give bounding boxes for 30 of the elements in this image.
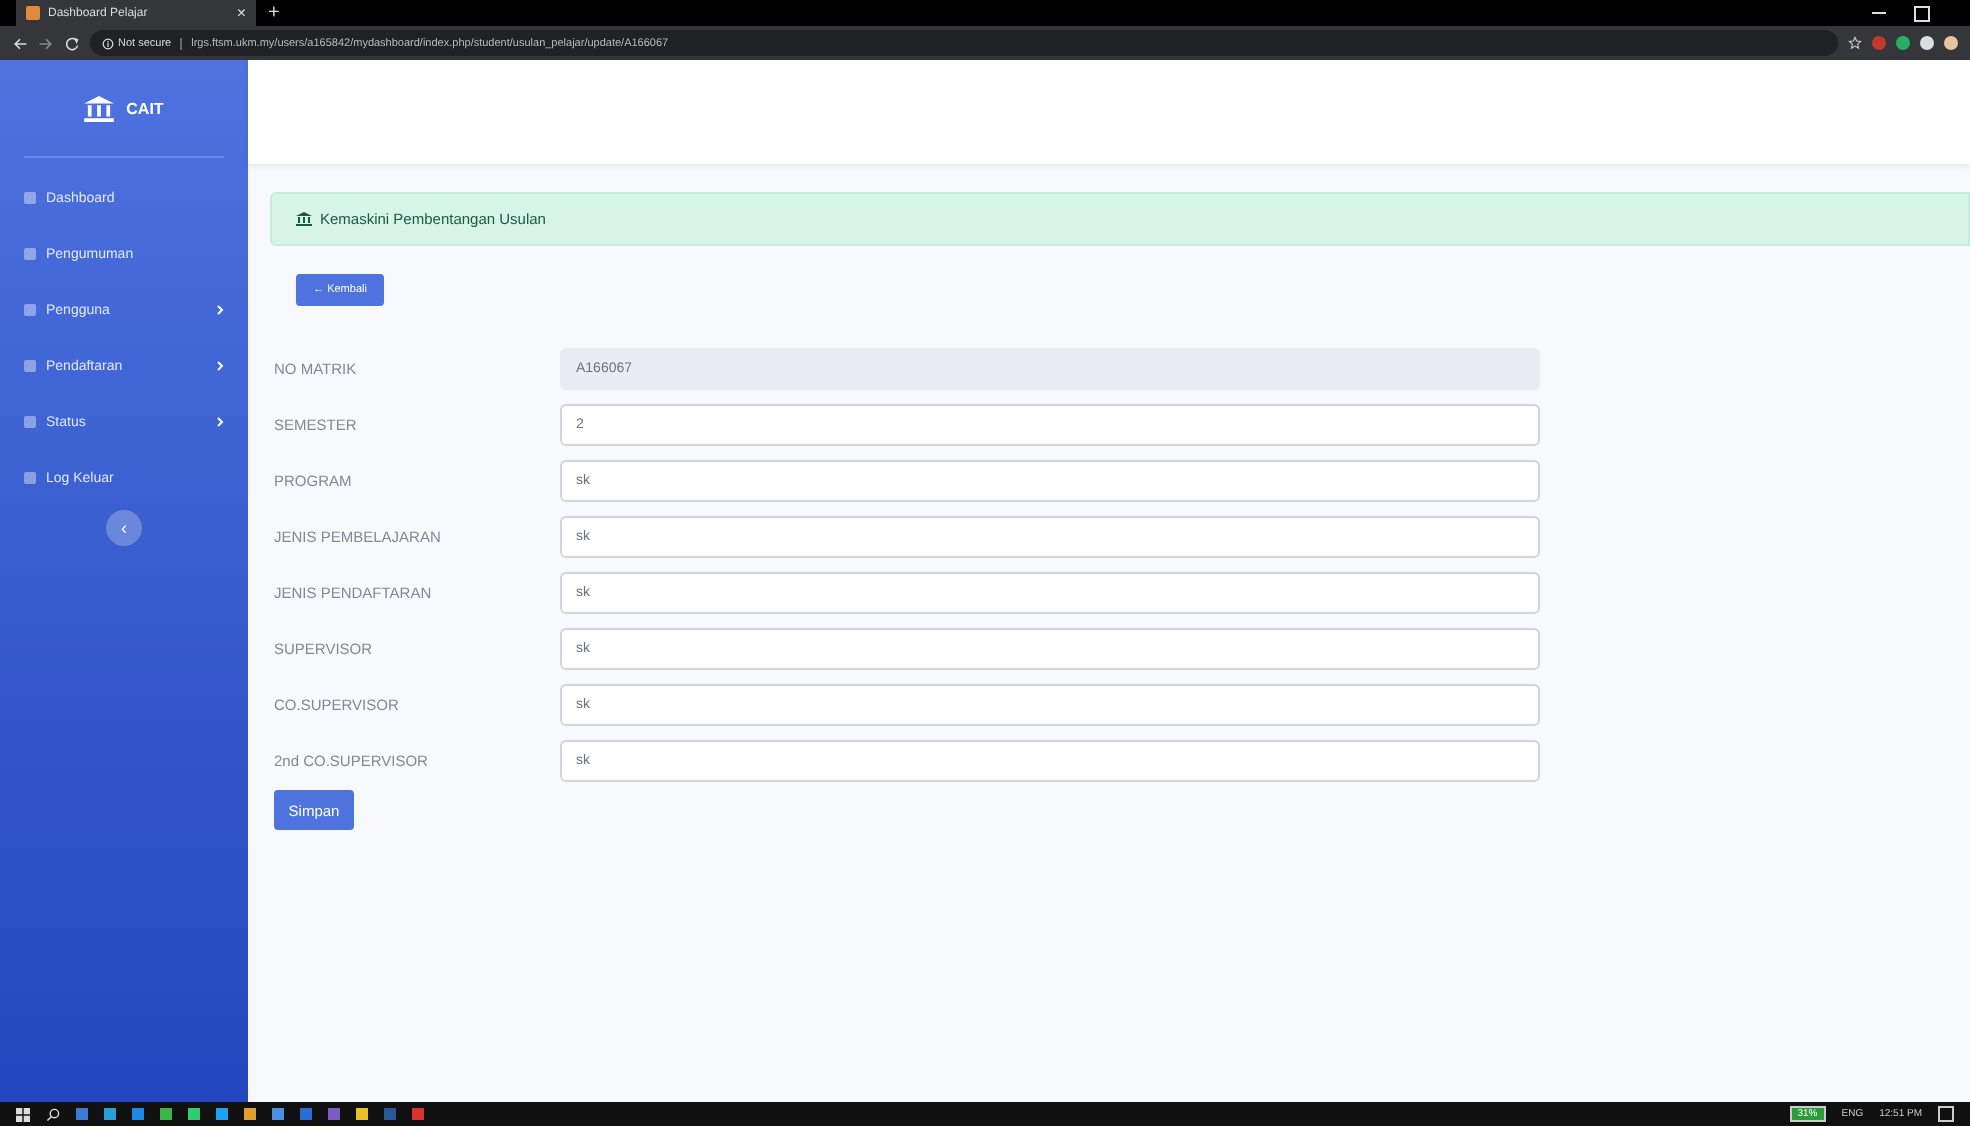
taskbar-app-icon[interactable] (216, 1108, 228, 1120)
taskbar-app-icon[interactable] (160, 1108, 172, 1120)
forward-arrow-icon[interactable] (38, 35, 54, 51)
reload-icon[interactable] (64, 35, 80, 51)
taskbar-app-icon[interactable] (328, 1108, 340, 1120)
taskbar-app-icon[interactable] (356, 1108, 368, 1120)
back-arrow-icon[interactable] (12, 35, 28, 51)
building-icon (84, 95, 115, 121)
taskbar-app-icon[interactable] (412, 1108, 424, 1120)
taskbar-app-icon[interactable] (244, 1108, 256, 1120)
notification-icon[interactable] (1938, 1106, 1954, 1122)
taskbar-app-icon[interactable] (76, 1108, 88, 1120)
star-icon[interactable] (1848, 36, 1862, 50)
favicon-icon (26, 6, 40, 20)
taskbar-app-icon[interactable] (132, 1108, 144, 1120)
search-icon[interactable] (46, 1107, 60, 1121)
taskbar-app-icon[interactable] (188, 1108, 200, 1120)
taskbar-app-icon[interactable] (384, 1108, 396, 1120)
new-tab-button[interactable]: + (268, 0, 280, 26)
maximize-icon[interactable] (1914, 5, 1930, 21)
collapse-button[interactable]: ‹ (106, 510, 142, 546)
taskbar-app-icon[interactable] (104, 1108, 116, 1120)
taskbar-app-icon[interactable] (300, 1108, 312, 1120)
taskbar-app-icon[interactable] (272, 1108, 284, 1120)
brand-name: CAIT (126, 99, 164, 117)
minimize-icon[interactable] (1872, 12, 1886, 14)
windows-start-icon[interactable] (16, 1107, 30, 1121)
close-tab-button[interactable]: × (236, 4, 246, 22)
info-icon[interactable] (102, 37, 114, 49)
building-icon (296, 212, 312, 226)
